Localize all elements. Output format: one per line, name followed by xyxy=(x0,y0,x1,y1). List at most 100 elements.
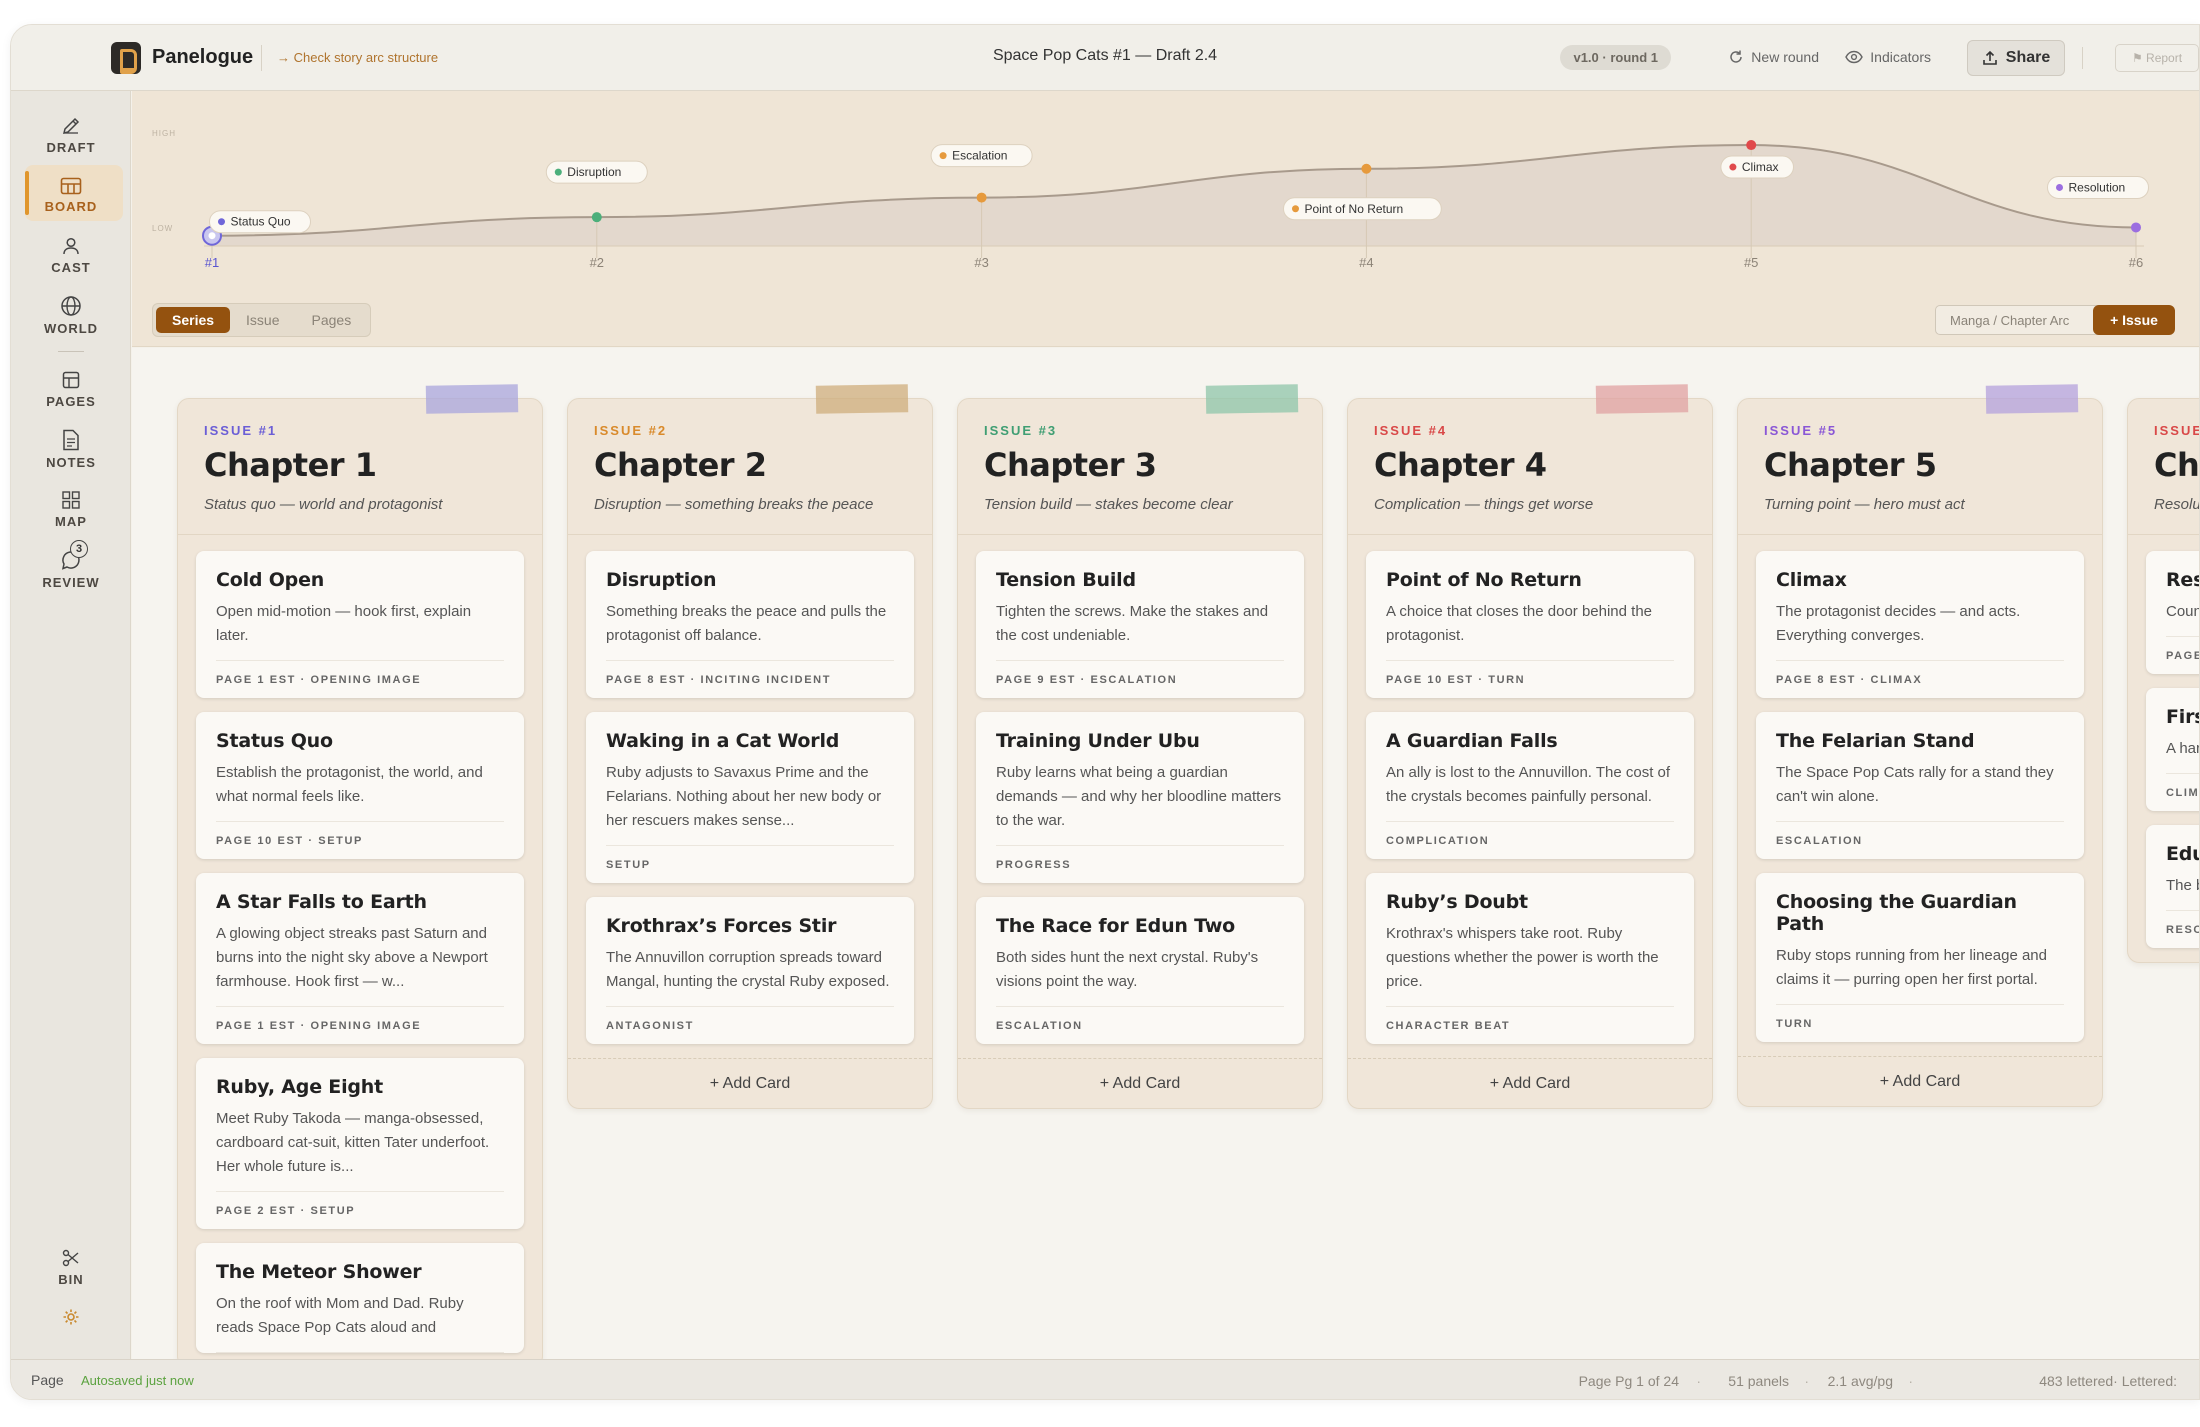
add-card-button[interactable]: + Add Card xyxy=(1738,1056,2102,1106)
arc-point[interactable] xyxy=(1746,140,1757,151)
arc-point[interactable] xyxy=(591,212,602,223)
arc-tick-label[interactable]: #6 xyxy=(2129,255,2143,270)
card-meta: PROGRESS xyxy=(996,859,1072,871)
card-description: Something breaks the peace and pulls the… xyxy=(606,600,894,661)
issue-number: ISSUE #2 xyxy=(594,423,668,438)
story-arc-chart[interactable]: HIGH LOW #1 #2 #3 #4 #5 #6 Status Quo Disruption E… xyxy=(132,91,2200,301)
beat-card[interactable]: Point of No Return A choice that closes t… xyxy=(1366,551,1694,698)
arc-point[interactable] xyxy=(2131,222,2141,233)
tape-decoration xyxy=(425,384,519,414)
sidebar-item-map[interactable]: MAP xyxy=(11,479,131,539)
tape-decoration xyxy=(815,384,909,414)
beat-card[interactable]: Tension Build Tighten the screws. Make th… xyxy=(976,551,1304,698)
card-title: Edun xyxy=(2166,843,2199,865)
tab-series[interactable]: Series xyxy=(156,307,231,333)
chapter-title[interactable]: Chapter 3 xyxy=(984,446,1296,484)
chapter-title[interactable]: Chapter 1 xyxy=(204,446,516,484)
beat-card[interactable]: The Race for Edun Two Both sides hunt the… xyxy=(976,897,1304,1044)
tape-decoration xyxy=(1205,384,1299,414)
card-description: The Annuvillon corruption spreads toward… xyxy=(606,946,894,1007)
beat-card[interactable]: Ruby, Age Eight Meet Ruby Takoda — manga-… xyxy=(196,1058,524,1229)
beat-card[interactable]: Disruption Something breaks the peace and… xyxy=(586,551,914,698)
column-header: ISSUE #4 Chapter 4 Complication — things g… xyxy=(1348,384,1712,535)
card-meta: ESCALATION xyxy=(1776,835,1863,847)
sidebar-item-bin[interactable]: BIN xyxy=(11,1237,131,1297)
arc-tick-label[interactable]: #5 xyxy=(1744,255,1758,270)
beat-card[interactable]: The Felarian Stand The Space Pop Cats ral… xyxy=(1756,712,2084,859)
sidebar-item-pages[interactable]: PAGES xyxy=(11,359,131,419)
beat-card[interactable]: Krothrax’s Forces Stir The Annuvillon cor… xyxy=(586,897,914,1044)
new-round-button[interactable]: New round xyxy=(1728,49,1819,65)
beat-card[interactable]: First A har safe – strong CLIMA xyxy=(2146,688,2199,811)
sidebar-item-label: MAP xyxy=(55,513,87,529)
beat-card[interactable]: The Meteor Shower On the roof with Mom an… xyxy=(196,1243,524,1353)
settings-button[interactable] xyxy=(11,1297,131,1337)
sidebar-item-world[interactable]: WORLD xyxy=(11,285,131,345)
card-title: The Meteor Shower xyxy=(216,1261,422,1283)
beat-card[interactable]: Waking in a Cat World Ruby adjusts to Sav… xyxy=(586,712,914,883)
indicators-button[interactable]: Indicators xyxy=(1845,49,1931,65)
beat-card[interactable]: Reso Coun chang PAGE xyxy=(2146,551,2199,674)
card-title: Cold Open xyxy=(216,569,325,591)
card-meta: COMPLICATION xyxy=(1386,835,1490,847)
card-meta: RESOL xyxy=(2166,924,2199,936)
chapter-title[interactable]: Chapter 5 xyxy=(1764,446,2076,484)
chapter-subtitle: Tension build — stakes become clear xyxy=(984,496,1233,513)
column-header: ISSUE #2 Chapter 2 Disruption — something … xyxy=(568,384,932,535)
chapter-subtitle: Status quo — world and protagonist xyxy=(204,496,443,513)
card-description: Ruby learns what being a guardian demand… xyxy=(996,761,1284,846)
beat-card[interactable]: A Guardian Falls An ally is lost to the A… xyxy=(1366,712,1694,859)
sidebar-item-board[interactable]: BOARD xyxy=(11,165,131,225)
add-card-button[interactable]: + Add Card xyxy=(958,1058,1322,1108)
beat-card[interactable]: Training Under Ubu Ruby learns what being… xyxy=(976,712,1304,883)
beat-card[interactable]: Edun The b real jo RESOL xyxy=(2146,825,2199,948)
chapter-title[interactable]: Chapter 2 xyxy=(594,446,906,484)
add-issue-button[interactable]: + Issue xyxy=(2093,305,2175,335)
arc-tick-label[interactable]: #4 xyxy=(1359,255,1373,270)
status-mode: Page xyxy=(31,1372,64,1388)
arc-tick-label[interactable]: #2 xyxy=(590,255,604,270)
arc-label-dot xyxy=(2056,183,2063,191)
sidebar-item-draft[interactable]: DRAFT xyxy=(11,105,131,165)
arc-point[interactable] xyxy=(976,192,987,203)
arc-beat-label[interactable]: Status Quo xyxy=(209,210,311,234)
sidebar-item-notes[interactable]: NOTES xyxy=(11,419,131,479)
card-description: Open mid-motion — hook first, explain la… xyxy=(216,600,504,661)
arc-beat-label[interactable]: Disruption xyxy=(545,160,648,184)
sidebar-item-review[interactable]: 3 REVIEW xyxy=(11,539,131,599)
beat-card[interactable]: Climax The protagonist decides — and acts… xyxy=(1756,551,2084,698)
card-description: A choice that closes the door behind the… xyxy=(1386,600,1674,661)
card-title: A Guardian Falls xyxy=(1386,730,1558,752)
arc-beat-label[interactable]: Point of No Return xyxy=(1283,197,1442,221)
card-title: Climax xyxy=(1776,569,1847,591)
beat-card[interactable]: Status Quo Establish the protagonist, the… xyxy=(196,712,524,859)
arc-label-text: Status Quo xyxy=(231,215,291,229)
arc-beat-label[interactable]: Climax xyxy=(1720,155,1795,179)
arc-tick-label[interactable]: #1 xyxy=(205,255,219,270)
arc-tick-label[interactable]: #3 xyxy=(974,255,988,270)
sidebar-item-cast[interactable]: CAST xyxy=(11,225,131,285)
status-separator: · xyxy=(1696,1373,1701,1389)
version-badge[interactable]: v1.0 · round 1 xyxy=(1560,45,1671,70)
pen-icon xyxy=(62,117,80,134)
chapter-title[interactable]: Chapter 4 xyxy=(1374,446,1686,484)
beat-card[interactable]: Ruby’s Doubt Krothrax's whispers take roo… xyxy=(1366,873,1694,1044)
beat-card[interactable]: A Star Falls to Earth A glowing object st… xyxy=(196,873,524,1044)
status-panels: 51 panels xyxy=(1728,1373,1789,1389)
tab-pages[interactable]: Pages xyxy=(296,307,368,333)
report-button[interactable]: ⚑ Report xyxy=(2115,44,2199,72)
beat-card[interactable]: Choosing the Guardian Path Ruby stops run… xyxy=(1756,873,2084,1042)
beat-card[interactable]: Cold Open Open mid-motion — hook first, e… xyxy=(196,551,524,698)
share-button[interactable]: Share xyxy=(1967,40,2065,76)
arc-beat-label[interactable]: Resolution xyxy=(2047,175,2149,199)
arc-label-text: Climax xyxy=(1742,160,1779,174)
autosave-status: Autosaved just now xyxy=(81,1373,194,1388)
chapter-title[interactable]: Cha xyxy=(2154,446,2199,484)
add-card-button[interactable]: + Add Card xyxy=(1348,1058,1712,1108)
arc-point[interactable] xyxy=(1361,163,1372,174)
tab-issue[interactable]: Issue xyxy=(230,307,295,333)
issue-column: ISSUE # Cha Resolut Reso Coun chang PAGE First… xyxy=(2127,398,2199,963)
arc-beat-label[interactable]: Escalation xyxy=(930,144,1033,168)
tape-decoration xyxy=(1985,384,2079,414)
add-card-button[interactable]: + Add Card xyxy=(568,1058,932,1108)
